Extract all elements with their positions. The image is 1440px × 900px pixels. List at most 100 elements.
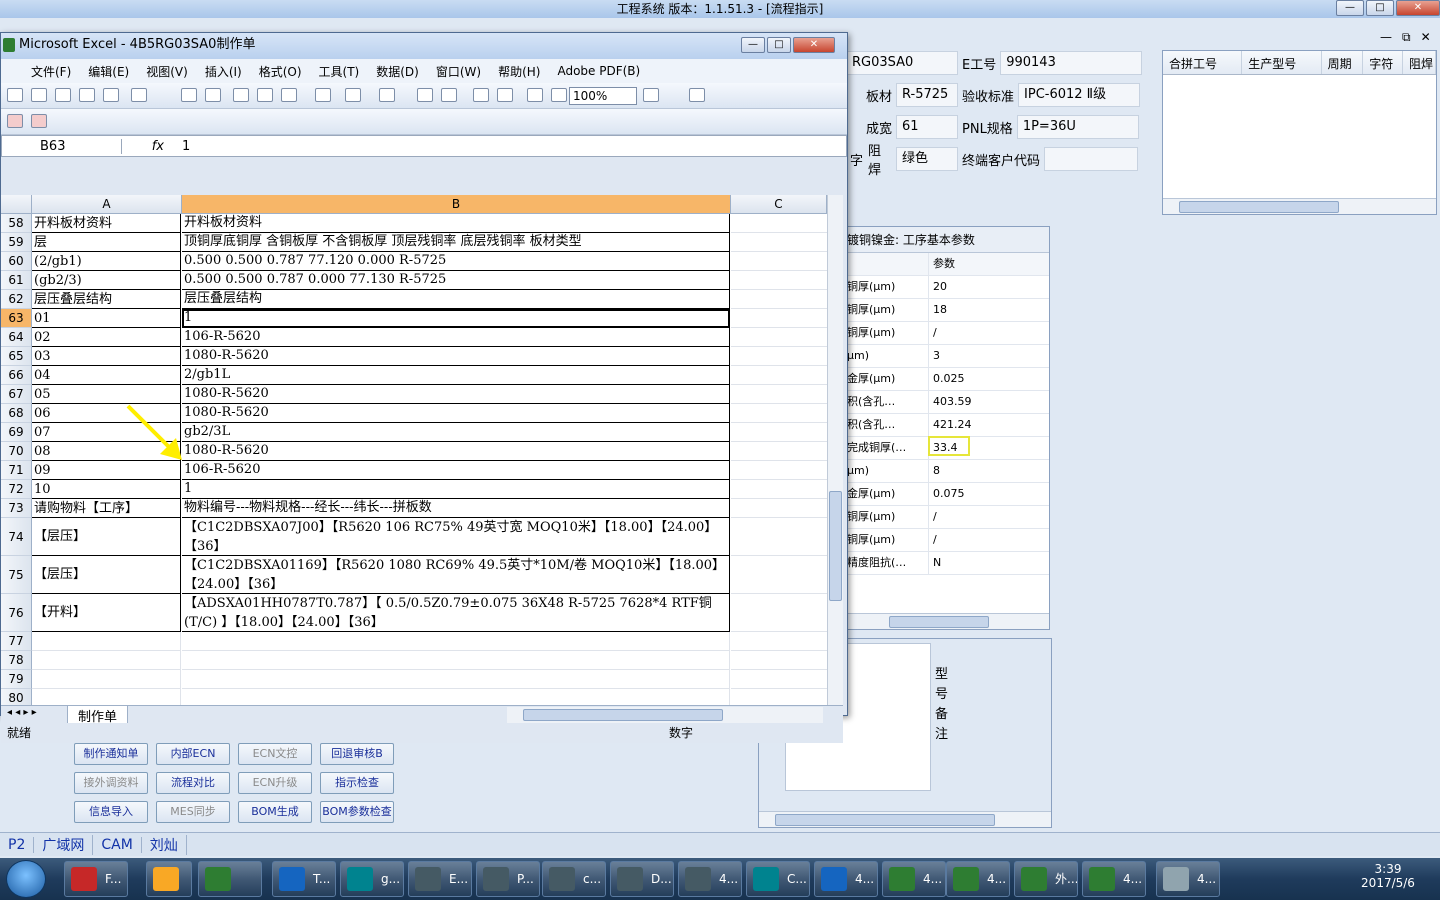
cell-c[interactable]	[731, 423, 827, 442]
col-header-c[interactable]: C	[731, 195, 827, 214]
row-header[interactable]: 59	[1, 233, 32, 252]
row-header[interactable]: 62	[1, 290, 32, 309]
menu-item[interactable]: Adobe PDF(B)	[557, 64, 640, 78]
action-button[interactable]: 流程对比	[156, 772, 230, 794]
col-header-mask[interactable]: 阻焊	[1403, 51, 1436, 74]
save-icon[interactable]	[55, 88, 71, 102]
cell-b[interactable]: 1080-R-5620	[182, 442, 730, 461]
row-header[interactable]: 73	[1, 499, 32, 518]
close-button[interactable]: ✕	[1396, 0, 1440, 16]
cell-a[interactable]	[32, 689, 181, 705]
cell-b[interactable]: 【C1C2DBSXA01169】【R5620 1080 RC69% 49.5英寸…	[182, 556, 730, 594]
cell-b[interactable]: 物料编号---物料规格---经长---纬长---拼板数	[182, 499, 730, 518]
help-icon[interactable]	[643, 88, 659, 102]
format-painter-icon[interactable]	[315, 88, 331, 102]
cut-icon[interactable]	[233, 88, 249, 102]
cell-c[interactable]	[731, 461, 827, 480]
cell-b[interactable]: 2/gb1L	[182, 366, 730, 385]
scroll-thumb[interactable]	[829, 491, 842, 601]
spelling-icon[interactable]	[181, 88, 197, 102]
scroll-thumb[interactable]	[775, 813, 995, 826]
taskbar-button[interactable]: 4...	[678, 861, 742, 897]
row-header[interactable]: 68	[1, 404, 32, 423]
cell-b[interactable]: 1	[182, 309, 730, 328]
print-preview-icon[interactable]	[131, 88, 147, 102]
taskbar-button[interactable]: T...	[272, 861, 336, 897]
taskbar-button[interactable]: F...	[64, 861, 128, 897]
order-no-field[interactable]: RG03SA0	[846, 51, 958, 75]
action-button[interactable]: 制作通知单	[74, 743, 148, 765]
cell-a[interactable]: (gb2/3)	[32, 271, 181, 290]
row-header[interactable]: 63	[1, 309, 32, 328]
taskbar-button[interactable]: g...	[340, 861, 404, 897]
autosum-icon[interactable]	[441, 88, 457, 102]
param-value[interactable]: /	[929, 506, 937, 528]
col-header-model[interactable]: 生产型号	[1242, 51, 1322, 74]
sort-desc-icon[interactable]	[497, 88, 513, 102]
undo-icon[interactable]	[345, 88, 361, 102]
select-all-corner[interactable]	[1, 195, 32, 214]
zoom-select[interactable]: 100%	[569, 87, 637, 105]
fill-color-icon[interactable]	[689, 88, 705, 102]
redo-icon[interactable]	[379, 88, 395, 102]
menu-item[interactable]: 文件(F)	[31, 63, 71, 80]
taskbar-button[interactable]	[146, 861, 192, 897]
menu-item[interactable]: 帮助(H)	[498, 63, 540, 80]
param-value[interactable]: 8	[929, 460, 940, 482]
cell-a[interactable]: 03	[32, 347, 181, 366]
cell-a[interactable]: 02	[32, 328, 181, 347]
row-header[interactable]: 72	[1, 480, 32, 499]
param-value[interactable]: 3	[929, 345, 940, 367]
action-button[interactable]: BOM参数检查	[320, 801, 394, 823]
scroll-thumb[interactable]	[523, 709, 723, 721]
mdi-minimize-button[interactable]: —	[1380, 30, 1392, 45]
action-button[interactable]: ECN文控	[238, 743, 312, 765]
cell-b[interactable]	[182, 632, 730, 651]
col-header-merge-job[interactable]: 合拼工号	[1163, 51, 1243, 74]
permission-icon[interactable]	[79, 88, 95, 102]
param-value[interactable]: 0.075	[929, 483, 965, 505]
cell-c[interactable]	[731, 233, 827, 252]
minimize-button[interactable]: —	[1336, 0, 1364, 16]
menu-item[interactable]: 窗口(W)	[436, 63, 481, 80]
mask-field[interactable]: 绿色	[896, 147, 958, 171]
cell-c[interactable]	[731, 385, 827, 404]
cell-a[interactable]: 【开料】	[32, 594, 181, 632]
param-value[interactable]: /	[929, 322, 937, 344]
cell-c[interactable]	[731, 347, 827, 366]
cell-b[interactable]	[182, 670, 730, 689]
cell-a[interactable]: 10	[32, 480, 181, 499]
menu-item[interactable]: 编辑(E)	[88, 63, 129, 80]
cell-a[interactable]: 01	[32, 309, 181, 328]
customer-field[interactable]	[1044, 147, 1139, 171]
param-value[interactable]: 421.24	[929, 414, 972, 436]
cell-a[interactable]: 开料板材资料	[32, 214, 181, 233]
cell-c[interactable]	[731, 404, 827, 423]
row-header[interactable]: 67	[1, 385, 32, 404]
excel-maximize-button[interactable]: □	[767, 37, 791, 53]
taskbar-button[interactable]: D...	[610, 861, 674, 897]
taskbar-button[interactable]: 4...	[946, 861, 1010, 897]
cell-c[interactable]	[731, 328, 827, 347]
cell-c[interactable]	[731, 442, 827, 461]
taskbar-button[interactable]: 4...	[1082, 861, 1146, 897]
cell-a[interactable]: 04	[32, 366, 181, 385]
action-button[interactable]: 信息导入	[74, 801, 148, 823]
drawing-icon[interactable]	[551, 88, 567, 102]
new-icon[interactable]	[7, 88, 23, 102]
cell-c[interactable]	[731, 632, 827, 651]
taskbar-button[interactable]: 4...	[814, 861, 878, 897]
cell-a[interactable]: 层	[32, 233, 181, 252]
param-value[interactable]: 403.59	[929, 391, 972, 413]
taskbar-button[interactable]: 4...	[1156, 861, 1220, 897]
cell-b[interactable]	[182, 651, 730, 670]
row-header[interactable]: 79	[1, 670, 32, 689]
sort-asc-icon[interactable]	[473, 88, 489, 102]
action-button[interactable]: 内部ECN	[156, 743, 230, 765]
cell-a[interactable]: (2/gb1)	[32, 252, 181, 271]
accept-field[interactable]: IPC-6012 Ⅱ级	[1018, 83, 1141, 107]
e-no-field[interactable]: 990143	[1000, 51, 1143, 75]
taskbar-button[interactable]: E...	[408, 861, 472, 897]
row-header[interactable]: 78	[1, 651, 32, 670]
cell-c[interactable]	[731, 252, 827, 271]
